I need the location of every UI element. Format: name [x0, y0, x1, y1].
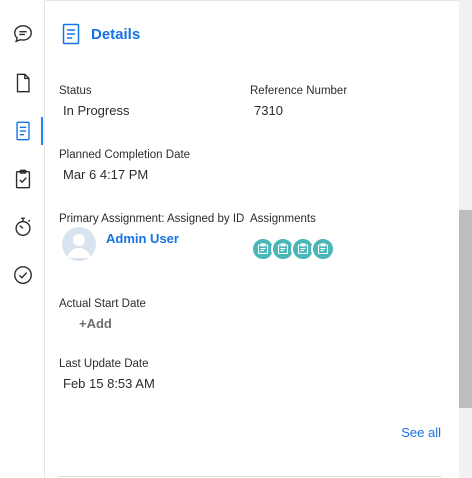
divider	[59, 476, 441, 477]
avatar	[62, 227, 96, 261]
left-icon-rail	[0, 0, 45, 478]
planned-completion-value[interactable]: Mar 6 4:17 PM	[63, 167, 148, 182]
clipboard-check-icon	[15, 169, 30, 189]
assignments-badges[interactable]	[251, 237, 335, 261]
last-update-value: Feb 15 8:53 AM	[63, 376, 155, 391]
document-icon	[16, 73, 30, 93]
approvals-button[interactable]	[0, 161, 45, 197]
comment-icon	[13, 25, 32, 43]
planned-completion-label: Planned Completion Date	[59, 149, 191, 161]
primary-assignment-label: Primary Assignment: Assigned by ID	[59, 213, 245, 225]
add-actual-start-button[interactable]: +Add	[79, 316, 112, 331]
assignments-label: Assignments	[250, 213, 316, 225]
check-circle-icon	[13, 266, 32, 284]
details-header: Details	[62, 23, 140, 45]
timer-icon	[14, 217, 31, 236]
see-all-link[interactable]: See all	[401, 425, 441, 440]
scrollbar-thumb[interactable]	[459, 210, 472, 408]
primary-assignee[interactable]: Admin User	[62, 227, 179, 261]
time-button[interactable]	[0, 209, 45, 245]
status-label: Status	[59, 85, 92, 97]
user-avatar-icon	[62, 227, 96, 261]
reference-number-value[interactable]: 7310	[254, 103, 283, 118]
assignee-name-link[interactable]: Admin User	[106, 231, 179, 246]
scrollbar[interactable]	[459, 0, 472, 478]
documents-button[interactable]	[0, 65, 45, 101]
completed-button[interactable]	[0, 257, 45, 293]
reference-number-label: Reference Number	[250, 85, 348, 97]
status-value[interactable]: In Progress	[63, 103, 129, 118]
details-icon	[62, 23, 80, 45]
details-icon	[15, 121, 30, 141]
comments-button[interactable]	[0, 16, 45, 52]
actual-start-label: Actual Start Date	[59, 298, 146, 310]
last-update-label: Last Update Date	[59, 358, 149, 370]
details-title: Details	[91, 25, 141, 43]
assignment-badge-icon[interactable]	[311, 237, 335, 261]
details-panel: Details Status In Progress Reference Num…	[46, 0, 459, 478]
details-button[interactable]	[0, 113, 45, 149]
